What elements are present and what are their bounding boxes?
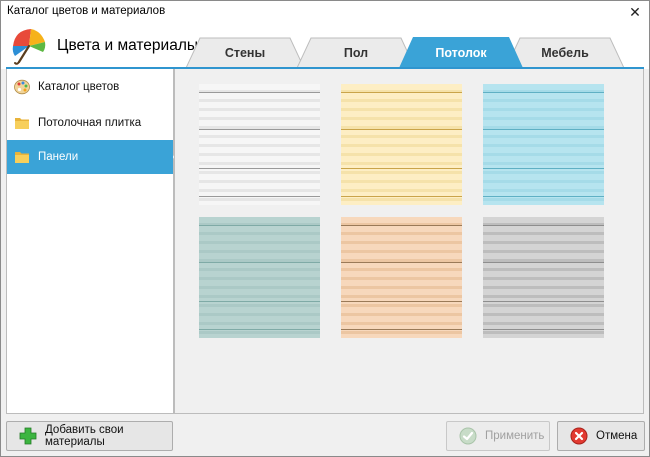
panel-seam bbox=[483, 196, 604, 197]
app-title: Цвета и материалы bbox=[57, 37, 199, 54]
panel-seam bbox=[199, 225, 320, 226]
panel-seam bbox=[483, 301, 604, 302]
cancel-button[interactable]: Отмена bbox=[557, 421, 645, 451]
palette-icon bbox=[14, 79, 30, 95]
panel-seam bbox=[341, 196, 462, 197]
sidebar-item-label: Каталог цветов bbox=[38, 81, 120, 93]
sidebar-item-label: Потолочная плитка bbox=[38, 117, 142, 129]
panel-seam bbox=[199, 92, 320, 93]
close-icon: ✕ bbox=[629, 3, 641, 20]
panel-seam bbox=[341, 262, 462, 263]
tab-label: Пол bbox=[343, 45, 369, 60]
panel-seam bbox=[199, 262, 320, 263]
catalog-window: Каталог цветов и материалов ✕ Цвета и ма… bbox=[0, 0, 650, 457]
panel-seam bbox=[341, 129, 462, 130]
plus-icon bbox=[19, 427, 37, 445]
panel-seam bbox=[483, 329, 604, 330]
add-materials-button[interactable]: Добавить свои материалы bbox=[6, 421, 173, 451]
sage-green-panel[interactable] bbox=[199, 217, 320, 338]
checkmark-icon bbox=[459, 427, 477, 445]
window-title: Каталог цветов и материалов bbox=[7, 5, 166, 17]
tab-walls[interactable]: Стены bbox=[186, 37, 304, 68]
tab-label: Потолок bbox=[435, 45, 487, 60]
panel-seam bbox=[341, 168, 462, 169]
folder-icon bbox=[15, 152, 29, 163]
apply-button[interactable]: Применить bbox=[446, 421, 550, 451]
tab-label: Стены bbox=[224, 45, 266, 60]
panel-seam bbox=[199, 196, 320, 197]
folder-icon bbox=[15, 118, 29, 129]
panel-seam bbox=[199, 329, 320, 330]
panel-seam bbox=[483, 262, 604, 263]
title-bar: Каталог цветов и материалов ✕ bbox=[1, 1, 649, 23]
sidebar: Каталог цветов Потолочная плитка Панели bbox=[6, 69, 182, 414]
panel-seam bbox=[199, 168, 320, 169]
materials-grid bbox=[174, 69, 644, 414]
cream-panel[interactable] bbox=[341, 84, 462, 205]
panel-seam bbox=[483, 225, 604, 226]
tab-furniture[interactable]: Мебель bbox=[506, 37, 624, 68]
sidebar-item-panels[interactable]: Панели bbox=[7, 140, 182, 174]
tab-ceiling[interactable]: Потолок bbox=[399, 37, 523, 68]
tab-label: Мебель bbox=[541, 45, 589, 60]
peach-panel[interactable] bbox=[341, 217, 462, 338]
panel-seam bbox=[341, 329, 462, 330]
sidebar-item-color-catalog[interactable]: Каталог цветов bbox=[7, 70, 173, 104]
apply-label: Применить bbox=[485, 430, 545, 442]
panel-seam bbox=[483, 129, 604, 130]
cancel-icon bbox=[570, 427, 588, 445]
panel-seam bbox=[483, 92, 604, 93]
panel-seam bbox=[483, 168, 604, 169]
white-panel[interactable] bbox=[199, 84, 320, 205]
cancel-label: Отмена bbox=[596, 430, 638, 442]
sidebar-item-ceiling-tiles[interactable]: Потолочная плитка bbox=[7, 106, 173, 140]
panel-seam bbox=[341, 301, 462, 302]
add-materials-label: Добавить свои материалы bbox=[45, 424, 124, 448]
umbrella-icon bbox=[12, 29, 46, 65]
gray-panel[interactable] bbox=[483, 217, 604, 338]
close-button[interactable]: ✕ bbox=[621, 1, 649, 23]
sidebar-item-label: Панели bbox=[38, 151, 79, 163]
panel-seam bbox=[199, 301, 320, 302]
panel-seam bbox=[341, 225, 462, 226]
panel-seam bbox=[341, 92, 462, 93]
light-blue-panel[interactable] bbox=[483, 84, 604, 205]
tab-floor[interactable]: Пол bbox=[297, 37, 415, 68]
panel-seam bbox=[199, 129, 320, 130]
